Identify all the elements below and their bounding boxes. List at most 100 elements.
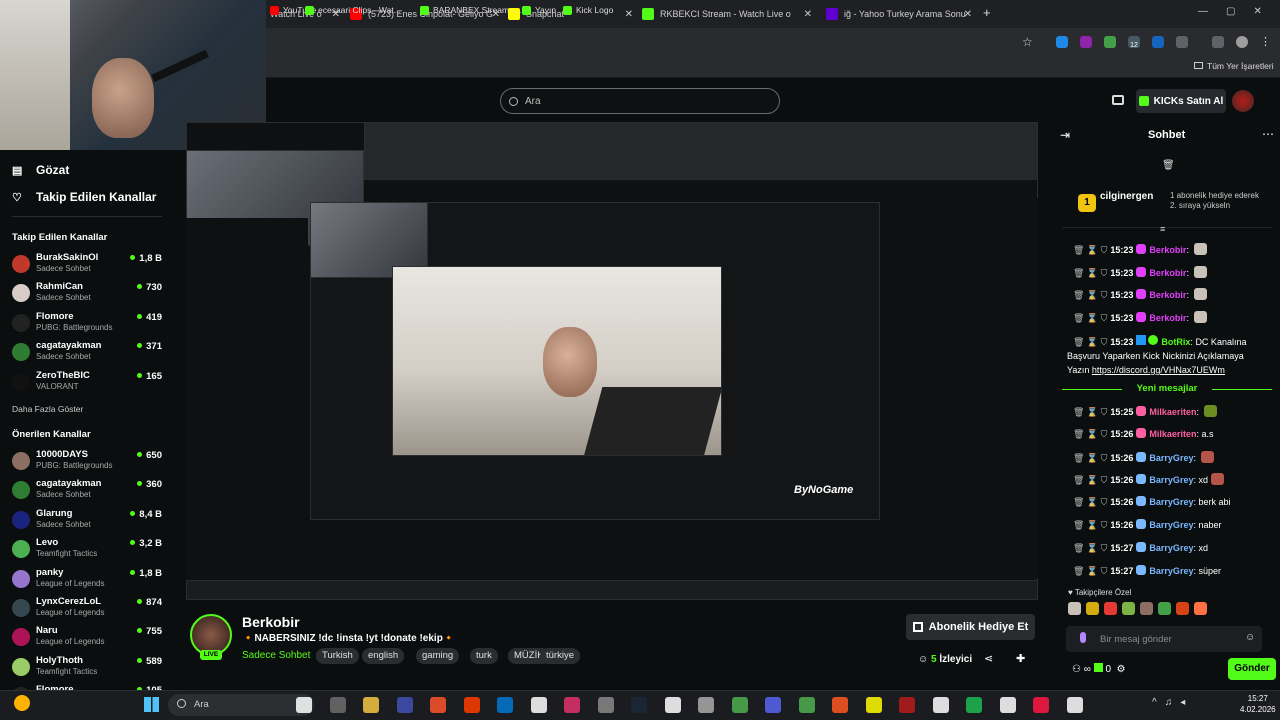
taskbar-app-icon[interactable] (966, 697, 982, 713)
trash-icon[interactable]: 🗑 (1162, 160, 1175, 171)
nav-browse[interactable]: ▤ Gözat (12, 163, 69, 177)
channel-item[interactable]: BurakSakinOl Sadece Sohbet 1,8 B (12, 252, 162, 280)
taskbar-app-icon[interactable] (1033, 697, 1049, 713)
channel-item[interactable]: LynxCerezLoL League of Legends 874 (12, 596, 162, 624)
puzzle-icon[interactable] (1176, 36, 1188, 48)
taskbar-app-icon[interactable] (564, 697, 580, 713)
moderation-icons[interactable]: 🗑 ⌛ ⛉ (1073, 313, 1107, 323)
taskbar-app-icon[interactable] (530, 697, 547, 713)
extension-icon[interactable] (1104, 36, 1116, 48)
channel-item[interactable]: cagatayakman Sadece Sohbet 360 (12, 478, 162, 506)
mic-icon[interactable] (1080, 632, 1086, 643)
close-icon[interactable]: ✕ (625, 9, 633, 20)
search-input[interactable]: Ara (500, 88, 780, 114)
emote-picker-row[interactable] (1068, 602, 1268, 618)
extension-icon[interactable] (1056, 36, 1068, 48)
taskbar-app-icon[interactable] (463, 697, 480, 713)
windows-start-icon[interactable] (144, 697, 159, 712)
new-tab-button[interactable]: + (983, 5, 991, 20)
message-username[interactable]: BarryGrey (1149, 453, 1193, 463)
taskbar-app-icon[interactable] (731, 697, 748, 713)
browser-tab[interactable]: iğ - Yahoo Turkey Arama Sonu ✕ (826, 4, 972, 24)
pinned-user[interactable]: cilginergen (1100, 191, 1153, 202)
chat-settings-icon[interactable]: ⋯ (1262, 127, 1274, 141)
moderation-icons[interactable]: 🗑 ⌛ ⛉ (1073, 429, 1107, 439)
channel-item[interactable]: ZeroTheBIC VALORANT 165 (12, 370, 162, 398)
stream-tag[interactable]: english (362, 648, 405, 664)
taskbar-app-icon[interactable] (631, 697, 647, 713)
taskbar-app-icon[interactable] (396, 697, 413, 713)
channel-item[interactable]: Flomore PUBG: Battlegrounds 419 (12, 311, 162, 339)
stream-tag[interactable]: gaming (416, 648, 460, 664)
bookmark-item[interactable]: Kick Logo (563, 5, 613, 15)
discord-link[interactable]: https://discord.gg/VHNax7UEWm (1092, 365, 1225, 375)
all-bookmarks-link[interactable]: Tüm Yer İşaretleri (1194, 61, 1274, 71)
streamer-name[interactable]: Berkobir (242, 614, 300, 630)
message-username[interactable]: BarryGrey (1149, 566, 1193, 576)
taskbar-app-icon[interactable] (430, 697, 446, 713)
channel-item[interactable]: HolyThoth Teamfight Tactics 589 (12, 655, 162, 683)
message-username[interactable]: Berkobir (1149, 313, 1186, 323)
message-username[interactable]: Milkaeriten (1149, 407, 1196, 417)
message-username[interactable]: Berkobir (1149, 268, 1186, 278)
taskbar-app-icon[interactable] (296, 697, 312, 713)
taskbar-app-icon[interactable] (899, 697, 915, 713)
moderation-icons[interactable]: 🗑 ⌛ ⛉ (1073, 543, 1107, 553)
channel-item[interactable]: Levo Teamfight Tactics 3,2 B (12, 537, 162, 565)
stream-category[interactable]: Sadece Sohbet (242, 650, 310, 661)
bookmark-item[interactable]: Yayın (522, 5, 556, 15)
stream-tag[interactable]: Turkish (316, 648, 359, 664)
moderation-icons[interactable]: 🗑 ⌛ ⛉ (1073, 268, 1107, 278)
channel-item[interactable]: Naru League of Legends 755 (12, 625, 162, 653)
moderation-icons[interactable]: 🗑 ⌛ ⛉ (1073, 475, 1107, 485)
message-username[interactable]: BarryGrey (1149, 520, 1193, 530)
moderation-icons[interactable]: 🗑 ⌛ ⛉ (1073, 290, 1107, 300)
menu-icon[interactable] (1212, 36, 1224, 48)
stream-tag[interactable]: turk (470, 648, 498, 664)
taskbar-app-icon[interactable] (698, 697, 714, 713)
message-username[interactable]: BarryGrey (1149, 475, 1193, 485)
bookmark-item[interactable]: ecesaari Clips - Wat... (305, 5, 401, 15)
taskbar-app-icon[interactable] (329, 697, 346, 713)
moderation-icons[interactable]: 🗑 ⌛ ⛉ (1073, 337, 1107, 347)
taskbar-app-icon[interactable] (765, 697, 781, 713)
channel-item[interactable]: cagatayakman Sadece Sohbet 371 (12, 340, 162, 368)
channel-item[interactable]: panky League of Legends 1,8 B (12, 567, 162, 595)
message-username[interactable]: Berkobir (1149, 245, 1186, 255)
taskbar-app-icon[interactable] (932, 697, 949, 713)
stream-video-player[interactable]: ByNoGame (186, 122, 1038, 600)
close-icon[interactable]: ✕ (964, 9, 972, 20)
system-tray[interactable]: ^♫◂ (1152, 697, 1193, 708)
taskbar-app-icon[interactable] (832, 697, 848, 713)
moderation-icons[interactable]: 🗑 ⌛ ⛉ (1073, 453, 1107, 463)
chat-actions[interactable]: ⚇ ∞ 0 ⚙ (1072, 663, 1126, 675)
message-username[interactable]: BarryGrey (1149, 497, 1193, 507)
buy-kicks-button[interactable]: KICKs Satın Al (1136, 89, 1226, 113)
emoji-icon[interactable]: ☺ (1245, 632, 1255, 643)
rewards-icon[interactable] (1112, 95, 1124, 105)
channel-item[interactable]: 10000DAYS PUBG: Battlegrounds 650 (12, 449, 162, 477)
extension-icon[interactable]: 12 (1128, 36, 1140, 49)
collapse-chat-icon[interactable]: ⇥ (1060, 128, 1070, 142)
taskbar-app-icon[interactable] (597, 697, 614, 713)
taskbar-app-icon[interactable] (865, 697, 882, 713)
show-more-link[interactable]: Daha Fazla Göster (12, 404, 83, 414)
browser-tab[interactable]: RKBEKCI Stream - Watch Live o ✕ (642, 4, 812, 24)
user-avatar[interactable] (1232, 90, 1254, 112)
more-icon[interactable]: ⋮ (1260, 36, 1272, 48)
stream-tag[interactable]: türkiye (540, 648, 580, 664)
close-icon[interactable]: ✕ (804, 9, 812, 20)
bookmark-item[interactable]: BARANBEX Stream -... (420, 5, 521, 15)
window-controls[interactable]: —▢✕ (1198, 6, 1280, 17)
taskbar-search[interactable]: Ara (168, 694, 314, 716)
moderation-icons[interactable]: 🗑 ⌛ ⛉ (1073, 520, 1107, 530)
share-icon[interactable]: ⋖ (984, 652, 993, 665)
follow-user-icon[interactable]: ✚ (1016, 652, 1025, 665)
moderation-icons[interactable]: 🗑 ⌛ ⛉ (1073, 245, 1107, 255)
bookmark-star-icon[interactable]: ☆ (1022, 36, 1034, 48)
message-username[interactable]: BarryGrey (1149, 543, 1193, 553)
send-button[interactable]: Gönder (1228, 658, 1276, 680)
channel-item[interactable]: RahmiCan Sadece Sohbet 730 (12, 281, 162, 309)
moderation-icons[interactable]: 🗑 ⌛ ⛉ (1073, 407, 1107, 417)
moderation-icons[interactable]: 🗑 ⌛ ⛉ (1073, 497, 1107, 507)
